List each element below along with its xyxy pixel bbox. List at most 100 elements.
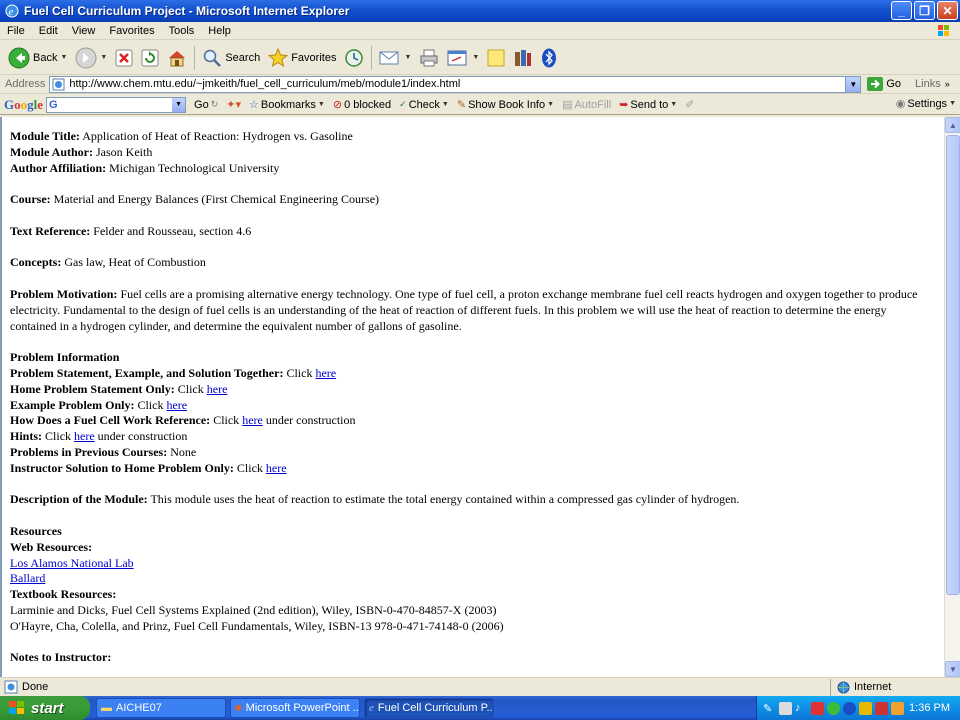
pen-icon[interactable]: ✎	[763, 702, 776, 715]
los-alamos-link[interactable]: Los Alamos National Lab	[10, 556, 134, 570]
clock: 1:36 PM	[909, 702, 950, 714]
chevron-down-icon[interactable]: ▼	[472, 54, 479, 61]
go-button[interactable]: Go	[867, 77, 901, 91]
discuss-button[interactable]	[483, 43, 509, 73]
back-arrow-icon	[8, 47, 30, 68]
pagerank-icon[interactable]: ✦▾	[226, 98, 241, 111]
scrollbar-thumb[interactable]	[946, 135, 960, 595]
research-button[interactable]	[509, 43, 537, 73]
network-icon[interactable]	[779, 701, 792, 715]
close-button[interactable]: ✕	[937, 1, 958, 20]
google-g-icon: G	[49, 98, 58, 111]
sync-icon[interactable]	[827, 701, 840, 715]
pencil-icon[interactable]: ✐	[685, 98, 694, 111]
restore-button[interactable]: ❐	[914, 1, 935, 20]
google-go-button[interactable]: Go ↻	[194, 99, 218, 111]
home-button[interactable]	[163, 43, 191, 73]
bluetooth-tray-icon[interactable]	[843, 701, 856, 715]
menu-file[interactable]: File	[0, 25, 32, 37]
stop-button[interactable]	[111, 43, 137, 73]
toolbar-separator	[194, 45, 196, 70]
hints-link[interactable]: here	[74, 429, 95, 443]
search-button[interactable]: Search	[198, 43, 264, 73]
toolbar-separator	[371, 45, 373, 70]
fuel-cell-reference-link[interactable]: here	[242, 413, 263, 427]
task-internet-explorer[interactable]: e Fuel Cell Curriculum P...	[364, 698, 494, 718]
address-bar: Address http://www.chem.mtu.edu/~jmkeith…	[0, 75, 960, 94]
ballard-link[interactable]: Ballard	[10, 571, 45, 585]
menu-help[interactable]: Help	[201, 25, 238, 37]
mail-button[interactable]: ▼	[375, 43, 415, 73]
home-problem-link[interactable]: here	[207, 382, 228, 396]
history-icon	[345, 48, 364, 67]
favorites-button[interactable]: Favorites	[264, 43, 340, 73]
chevron-down-icon[interactable]: ▼	[404, 54, 411, 61]
go-arrow-icon	[867, 77, 884, 91]
web-resources-heading: Web Resources:	[10, 539, 93, 554]
send-to-button[interactable]: ➥ Send to ▼	[619, 98, 677, 112]
scroll-down-button[interactable]: ▼	[945, 661, 960, 677]
spellcheck-icon: ✓	[399, 99, 407, 109]
globe-icon	[837, 681, 850, 693]
print-button[interactable]	[415, 43, 443, 73]
textbook-item: Larminie and Dicks, Fuel Cell Systems Ex…	[10, 602, 497, 617]
chevron-down-icon[interactable]: ▼	[60, 54, 67, 61]
popup-blocker-button[interactable]: ⊘ 0 blocked	[333, 98, 391, 112]
problem-motivation-paragraph: Problem Motivation: Fuel cells are a pro…	[10, 286, 918, 333]
security-icon[interactable]	[811, 701, 824, 715]
mail-icon	[379, 51, 399, 64]
show-book-info-button[interactable]: ✎ Show Book Info ▼	[457, 98, 554, 112]
address-dropdown-button[interactable]: ▼	[845, 76, 861, 92]
start-button[interactable]: start	[0, 696, 90, 720]
spell-check-button[interactable]: ✓ Check ▼	[399, 99, 449, 111]
window-title: Fuel Cell Curriculum Project - Microsoft…	[24, 4, 350, 18]
speaker-icon[interactable]: ♪	[795, 702, 808, 715]
address-label: Address	[5, 78, 46, 90]
favorites-label: Favorites	[291, 51, 337, 64]
instructor-solution-link[interactable]: here	[266, 461, 287, 475]
pse-together-line: Problem Statement, Example, and Solution…	[10, 365, 337, 380]
send-to-icon: ➥	[619, 99, 629, 111]
google-logo[interactable]: Google	[4, 97, 43, 113]
scroll-up-button[interactable]: ▲	[945, 117, 960, 133]
chevron-down-icon[interactable]: ▼	[100, 54, 107, 61]
taskbar: start ▬ AICHE07 ■ Microsoft PowerPoint .…	[0, 696, 960, 720]
history-button[interactable]	[340, 43, 368, 73]
module-title-line: Module Title: Application of Heat of Rea…	[10, 129, 353, 143]
google-settings-button[interactable]: ◉ Settings ▼	[895, 97, 956, 111]
example-problem-line: Example Problem Only: Click here	[10, 397, 188, 412]
settings-icon: ◉	[895, 98, 906, 110]
internet-explorer-icon: e	[5, 4, 19, 18]
menu-tools[interactable]: Tools	[162, 25, 202, 37]
task-powerpoint[interactable]: ■ Microsoft PowerPoint ...	[230, 698, 360, 718]
chevron-right-icon[interactable]: »	[945, 79, 950, 89]
page-done-icon	[4, 680, 18, 694]
autofill-button[interactable]: ▤ AutoFill	[562, 98, 611, 112]
pse-together-link[interactable]: here	[315, 366, 336, 380]
forward-button[interactable]: ▼	[71, 43, 111, 73]
search-icon	[204, 49, 222, 67]
refresh-button[interactable]	[137, 43, 163, 73]
minimize-button[interactable]: _	[891, 1, 912, 20]
update-icon[interactable]	[891, 701, 904, 715]
antivirus-icon[interactable]	[859, 701, 872, 715]
bookmarks-button[interactable]: ☆ Bookmarks ▼	[249, 98, 325, 112]
links-button[interactable]: Links	[915, 78, 941, 90]
menu-view[interactable]: View	[65, 25, 103, 37]
bluetooth-button[interactable]	[537, 43, 561, 73]
task-aiche07[interactable]: ▬ AICHE07	[96, 698, 226, 718]
home-problem-line: Home Problem Statement Only: Click here	[10, 381, 228, 396]
google-search-input[interactable]: G ▼	[46, 96, 187, 113]
google-search-dropdown[interactable]: ▼	[172, 97, 186, 112]
search-label: Search	[225, 51, 261, 64]
back-button[interactable]: Back ▼	[4, 43, 71, 73]
address-input[interactable]: http://www.chem.mtu.edu/~jmkeith/fuel_ce…	[49, 75, 862, 93]
home-icon	[169, 50, 186, 66]
menu-favorites[interactable]: Favorites	[102, 25, 161, 37]
vertical-scrollbar[interactable]: ▲ ▼	[944, 117, 960, 677]
menu-edit[interactable]: Edit	[32, 25, 65, 37]
problem-information-heading: Problem Information	[10, 350, 120, 365]
volume-icon[interactable]	[875, 701, 888, 715]
edit-button[interactable]: ▼	[443, 43, 483, 73]
example-problem-link[interactable]: here	[166, 398, 187, 412]
